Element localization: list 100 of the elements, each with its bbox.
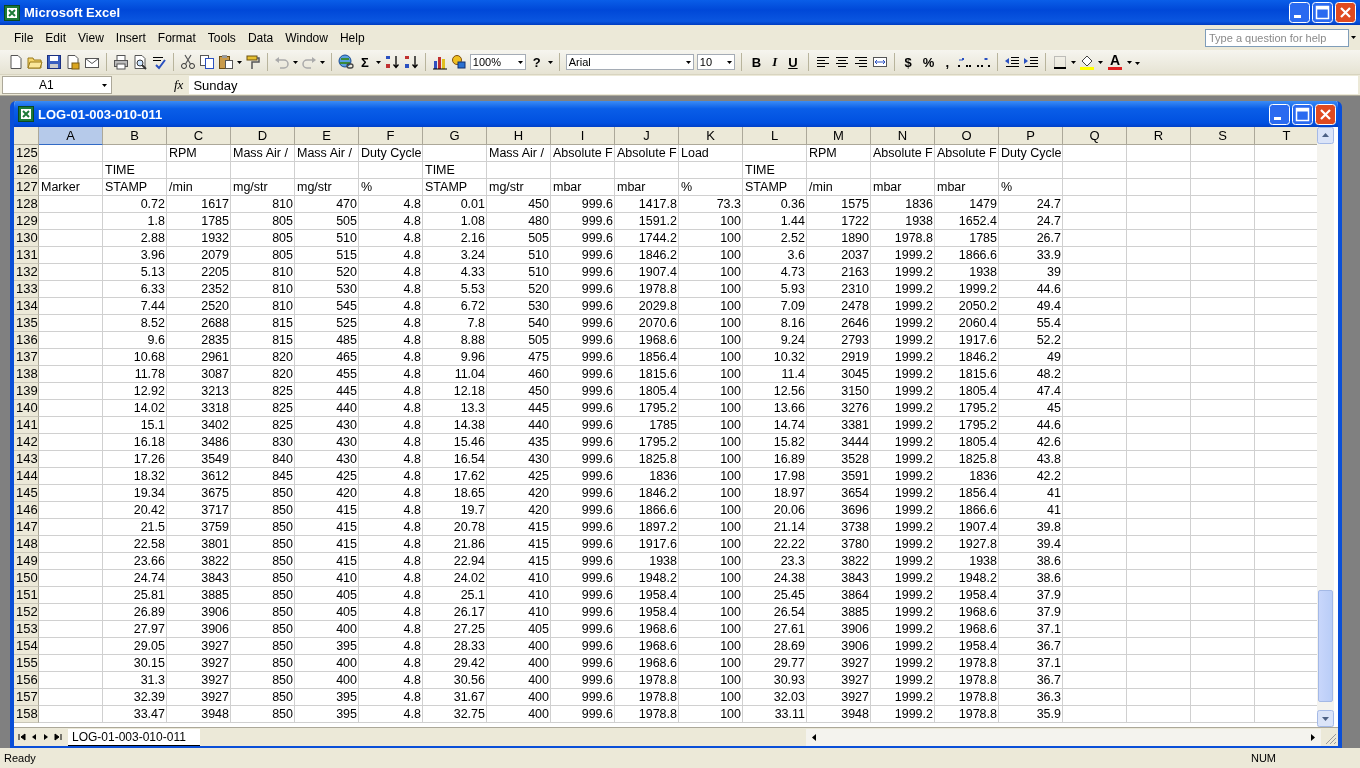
vertical-scrollbar[interactable]: [1317, 127, 1334, 727]
row-header[interactable]: 144: [14, 468, 39, 485]
column-header[interactable]: L: [743, 127, 807, 145]
column-header[interactable]: E: [295, 127, 359, 145]
column-header[interactable]: P: [999, 127, 1063, 145]
row-header[interactable]: 140: [14, 400, 39, 417]
currency-button[interactable]: $: [900, 52, 916, 72]
row-header[interactable]: 142: [14, 434, 39, 451]
row-header[interactable]: 141: [14, 417, 39, 434]
merge-center-icon[interactable]: [871, 54, 888, 70]
row-header[interactable]: 155: [14, 655, 39, 672]
menu-item[interactable]: Tools: [201, 28, 242, 47]
scissors-icon[interactable]: [180, 54, 196, 70]
help-search-field[interactable]: Type a question for help: [1205, 28, 1349, 47]
menu-item[interactable]: Data: [241, 28, 280, 47]
caret-icon[interactable]: [375, 60, 381, 64]
caret-icon[interactable]: [1071, 60, 1077, 64]
row-header[interactable]: 158: [14, 706, 39, 723]
close-icon[interactable]: [1315, 103, 1336, 125]
row-header[interactable]: 133: [14, 281, 39, 298]
drawing-shapes-icon[interactable]: [450, 54, 467, 70]
column-header[interactable]: K: [679, 127, 743, 145]
copy-icon[interactable]: [199, 54, 215, 70]
printer-icon[interactable]: [113, 54, 129, 70]
row-header[interactable]: 130: [14, 230, 39, 247]
row-header[interactable]: 151: [14, 587, 39, 604]
caret-icon[interactable]: [293, 60, 298, 64]
function-label[interactable]: fx: [174, 77, 184, 93]
sheet-tab[interactable]: LOG-01-003-010-011: [68, 728, 200, 746]
row-header[interactable]: 145: [14, 485, 39, 502]
menu-item[interactable]: File: [8, 28, 40, 47]
horizontal-scrollbar[interactable]: [806, 728, 1321, 746]
caret-icon[interactable]: [547, 60, 553, 64]
next-sheet-icon[interactable]: [42, 733, 50, 741]
caret-icon[interactable]: [237, 60, 242, 64]
increase-indent-icon[interactable]: [1023, 54, 1040, 70]
previous-sheet-icon[interactable]: [30, 733, 38, 741]
row-header[interactable]: 152: [14, 604, 39, 621]
menu-item[interactable]: Insert: [109, 28, 152, 47]
caret-icon[interactable]: [1351, 36, 1356, 39]
menu-item[interactable]: Help: [333, 28, 371, 47]
spell-check-icon[interactable]: [151, 54, 167, 70]
align-left-icon[interactable]: [814, 54, 831, 70]
print-preview-icon[interactable]: [132, 54, 148, 70]
column-header[interactable]: G: [423, 127, 487, 145]
column-header[interactable]: M: [807, 127, 871, 145]
decrease-indent-icon[interactable]: [1004, 54, 1021, 70]
caret-icon[interactable]: [1098, 60, 1104, 64]
menu-item[interactable]: View: [72, 28, 110, 47]
document-lock-icon[interactable]: [65, 54, 81, 70]
autosum-button[interactable]: Σ: [357, 52, 373, 72]
row-header[interactable]: 148: [14, 536, 39, 553]
column-header[interactable]: Q: [1063, 127, 1127, 145]
font-size-dropdown[interactable]: 10: [696, 54, 735, 70]
paint-bucket-icon[interactable]: [1079, 54, 1096, 70]
row-header[interactable]: 128: [14, 196, 39, 213]
row-header[interactable]: 126: [14, 162, 39, 179]
column-header[interactable]: A: [39, 127, 103, 145]
row-header[interactable]: 127: [14, 179, 39, 196]
row-header[interactable]: 154: [14, 638, 39, 655]
globe-link-icon[interactable]: [338, 54, 354, 70]
sort-descending-icon[interactable]: [402, 54, 419, 70]
row-header[interactable]: 129: [14, 213, 39, 230]
column-header[interactable]: N: [871, 127, 935, 145]
column-header[interactable]: J: [615, 127, 679, 145]
row-header[interactable]: 143: [14, 451, 39, 468]
row-header[interactable]: 156: [14, 672, 39, 689]
row-header[interactable]: 153: [14, 621, 39, 638]
scrollbar-thumb[interactable]: [1318, 590, 1333, 702]
menu-item[interactable]: Edit: [39, 28, 73, 47]
scroll-up-icon[interactable]: [1317, 127, 1334, 144]
scroll-down-icon[interactable]: [1317, 710, 1334, 727]
last-sheet-icon[interactable]: [54, 733, 62, 741]
minimize-icon[interactable]: [1269, 103, 1290, 125]
row-header[interactable]: 136: [14, 332, 39, 349]
row-header[interactable]: 150: [14, 570, 39, 587]
bold-button[interactable]: B: [747, 52, 766, 72]
column-header[interactable]: H: [487, 127, 551, 145]
column-header[interactable]: O: [935, 127, 999, 145]
column-header[interactable]: I: [551, 127, 615, 145]
paintbrush-icon[interactable]: [245, 54, 261, 70]
row-header[interactable]: 125: [14, 145, 39, 162]
help-button[interactable]: ?: [528, 52, 545, 72]
font-color-button[interactable]: A: [1106, 54, 1125, 70]
row-header[interactable]: 147: [14, 519, 39, 536]
clipboard-icon[interactable]: [218, 54, 234, 70]
column-header[interactable]: B: [103, 127, 167, 145]
caret-icon[interactable]: [1127, 60, 1133, 64]
align-right-icon[interactable]: [852, 54, 869, 70]
column-header[interactable]: S: [1191, 127, 1255, 145]
row-header[interactable]: 132: [14, 264, 39, 281]
row-header[interactable]: 138: [14, 366, 39, 383]
row-header[interactable]: 157: [14, 689, 39, 706]
first-sheet-icon[interactable]: [18, 733, 26, 741]
italic-button[interactable]: I: [768, 52, 782, 72]
column-header[interactable]: R: [1127, 127, 1191, 145]
row-header[interactable]: 146: [14, 502, 39, 519]
menu-item[interactable]: Window: [279, 28, 334, 47]
row-header[interactable]: 139: [14, 383, 39, 400]
row-header[interactable]: 131: [14, 247, 39, 264]
